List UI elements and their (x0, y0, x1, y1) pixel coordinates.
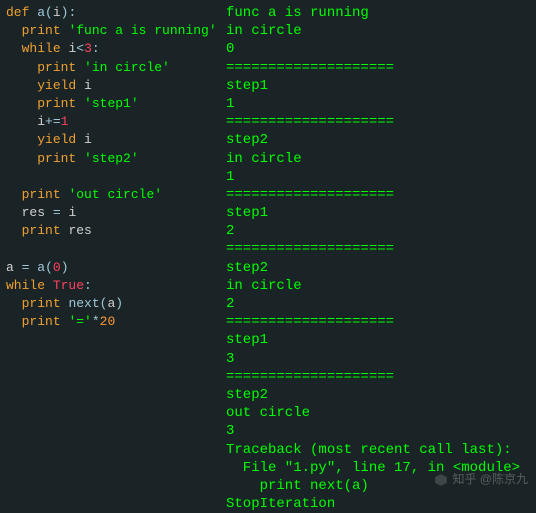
op-mul: * (92, 314, 100, 329)
keyword-print: print (22, 296, 61, 311)
output-line: print next(a) (226, 478, 369, 494)
output-line: File "1.py", line 17, in <module> (226, 460, 520, 476)
var-i: i (84, 132, 92, 147)
output-line: 0 (226, 41, 234, 57)
param: i (53, 5, 61, 20)
keyword-while: while (6, 278, 45, 293)
output-line: 2 (226, 223, 234, 239)
string-literal: '=' (68, 314, 91, 329)
op-assign: = (53, 205, 61, 220)
keyword-print: print (37, 151, 76, 166)
op-lt: < (76, 41, 84, 56)
num-3: 3 (84, 41, 92, 56)
output-line: ==================== (226, 60, 394, 76)
fn-a: a (37, 260, 45, 275)
output-line: ==================== (226, 241, 394, 257)
paren: ( (45, 5, 53, 20)
output-line: in circle (226, 23, 302, 39)
var-a: a (6, 260, 14, 275)
string-literal: 'step2' (84, 151, 139, 166)
output-line: in circle (226, 151, 302, 167)
output-line: step1 (226, 332, 268, 348)
output-line: 3 (226, 423, 234, 439)
fn-next: next (68, 296, 99, 311)
paren-colon: ): (61, 5, 77, 20)
var-i: i (37, 114, 45, 129)
output-line: ==================== (226, 187, 394, 203)
var-i: i (68, 205, 76, 220)
output-line: StopIteration (226, 496, 335, 512)
terminal-output[interactable]: func a is running in circle 0 ==========… (220, 0, 536, 506)
op-iadd: += (45, 114, 61, 129)
paren: ) (61, 260, 69, 275)
keyword-print: print (37, 96, 76, 111)
output-line: ==================== (226, 369, 394, 385)
colon: : (84, 278, 92, 293)
keyword-yield: yield (37, 132, 76, 147)
output-line: func a is running (226, 5, 369, 21)
code-editor[interactable]: def a(i): print 'func a is running' whil… (0, 0, 220, 506)
num-1: 1 (61, 114, 69, 129)
output-line: Traceback (most recent call last): (226, 442, 512, 458)
cursor-position: 20 (100, 314, 116, 329)
var-res: res (68, 223, 91, 238)
op-assign: = (22, 260, 30, 275)
output-line: out circle (226, 405, 310, 421)
keyword-while: while (22, 41, 61, 56)
var-i: i (84, 78, 92, 93)
keyword-def: def (6, 5, 29, 20)
keyword-yield: yield (37, 78, 76, 93)
output-line: 1 (226, 169, 234, 185)
var-res: res (22, 205, 45, 220)
output-line: step1 (226, 205, 268, 221)
keyword-print: print (22, 223, 61, 238)
output-line: step2 (226, 132, 268, 148)
output-line: in circle (226, 278, 302, 294)
num-0: 0 (53, 260, 61, 275)
output-line: step2 (226, 387, 268, 403)
output-line: 2 (226, 296, 234, 312)
paren: ( (45, 260, 53, 275)
output-line: ==================== (226, 314, 394, 330)
string-literal: 'in circle' (84, 60, 170, 75)
output-line: ==================== (226, 114, 394, 130)
keyword-print: print (37, 60, 76, 75)
bool-true: True (53, 278, 84, 293)
keyword-print: print (22, 314, 61, 329)
keyword-print: print (22, 187, 61, 202)
keyword-print: print (22, 23, 61, 38)
output-line: 3 (226, 351, 234, 367)
output-line: step2 (226, 260, 268, 276)
output-line: 1 (226, 96, 234, 112)
string-literal: 'func a is running' (68, 23, 216, 38)
colon: : (92, 41, 100, 56)
output-line: step1 (226, 78, 268, 94)
paren: ) (115, 296, 123, 311)
string-literal: 'step1' (84, 96, 139, 111)
string-literal: 'out circle' (68, 187, 162, 202)
function-name: a (37, 5, 45, 20)
